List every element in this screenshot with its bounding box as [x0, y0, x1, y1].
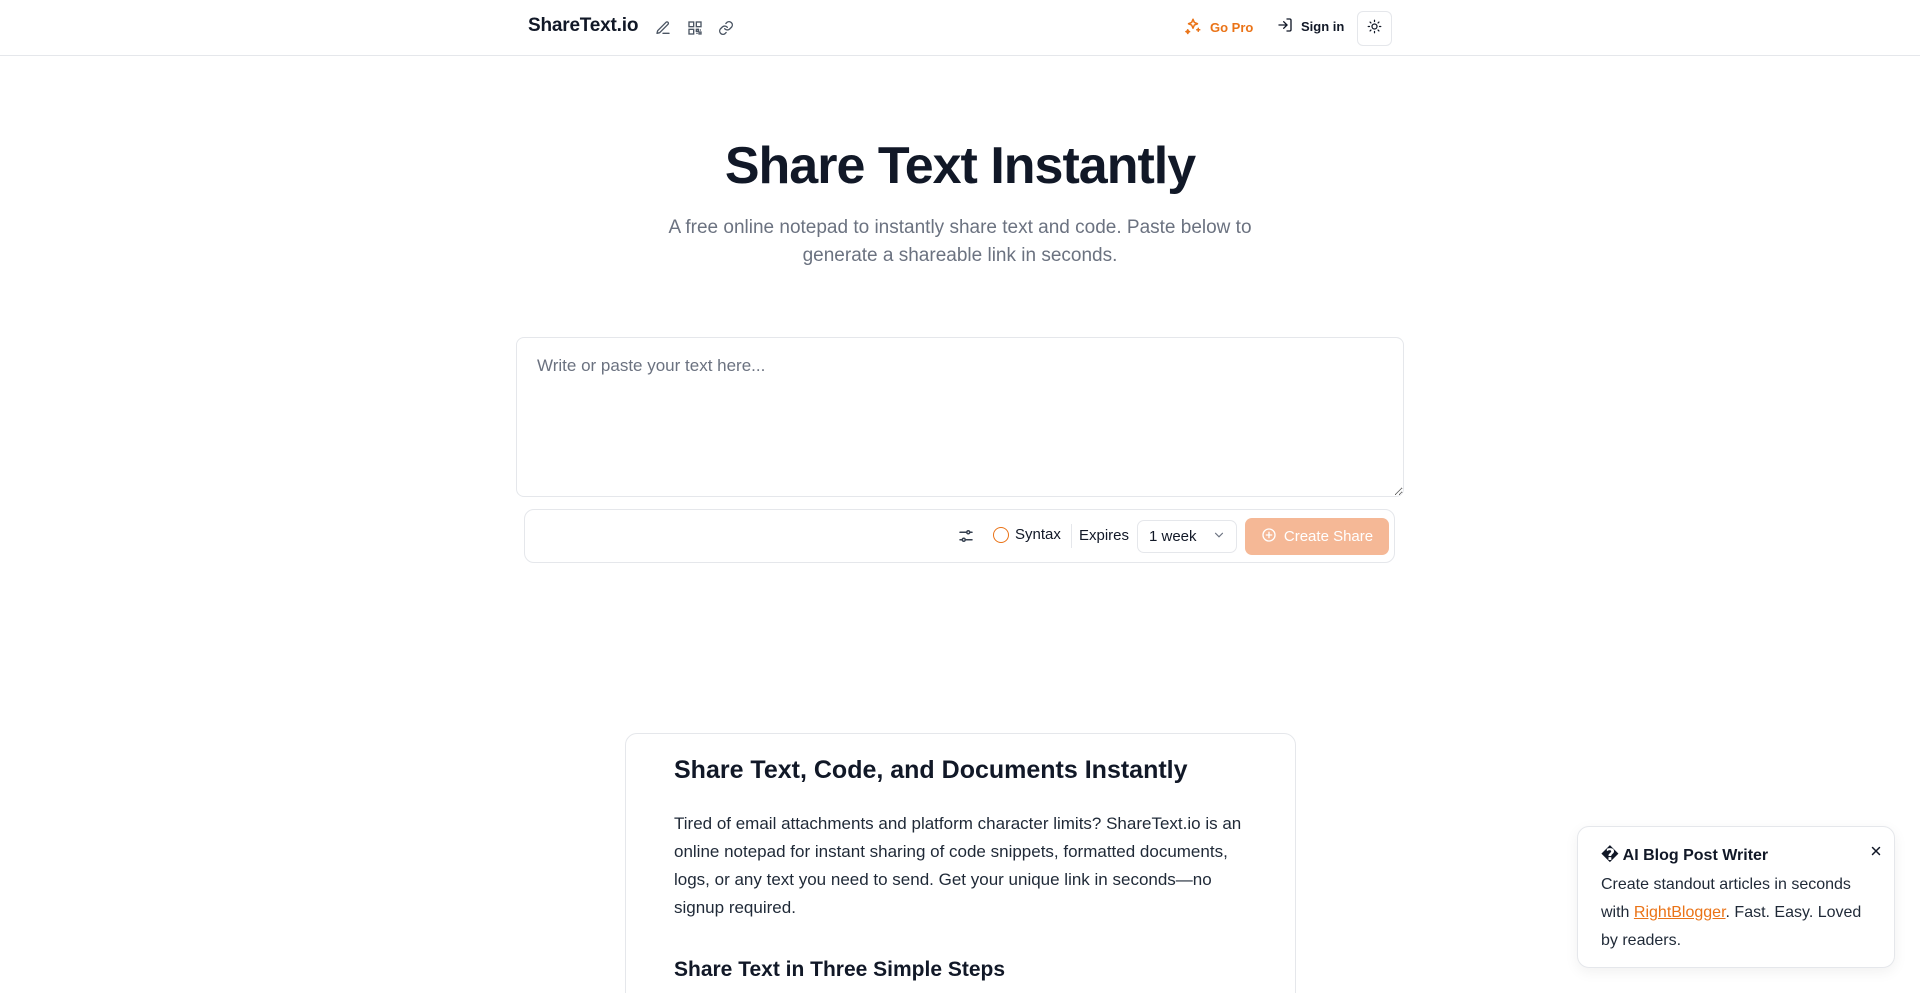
- syntax-radio[interactable]: [993, 526, 1009, 543]
- close-icon[interactable]: [1868, 843, 1884, 859]
- promo-toast-body: Create standout articles in seconds with…: [1601, 871, 1881, 955]
- go-pro-label: Go Pro: [1210, 20, 1254, 35]
- plus-circle-icon: [1261, 527, 1277, 547]
- toolbar-divider: [1071, 524, 1072, 548]
- create-share-label: Create Share: [1283, 528, 1374, 545]
- rightblogger-link[interactable]: RightBlogger: [1634, 904, 1726, 921]
- sliders-icon[interactable]: [957, 527, 975, 545]
- info-card-body: Tired of email attachments and platform …: [674, 814, 1242, 917]
- page-subtitle: A free online notepad to instantly share…: [668, 217, 1252, 266]
- promo-toast-title: � AI Blog Post Writer: [1601, 847, 1769, 864]
- pencil-icon[interactable]: [653, 18, 673, 38]
- theme-toggle-button[interactable]: [1357, 11, 1392, 46]
- create-share-button[interactable]: Create Share: [1245, 518, 1389, 555]
- go-pro-button[interactable]: Go Pro: [1184, 17, 1253, 38]
- expires-value: 1 week: [1149, 528, 1197, 545]
- text-editor[interactable]: [516, 337, 1404, 497]
- promo-toast: � AI Blog Post Writer Create standout ar…: [1577, 826, 1895, 968]
- expires-label: Expires: [1079, 527, 1130, 544]
- link-icon[interactable]: [716, 18, 736, 38]
- sparkles-icon: [1184, 17, 1202, 38]
- syntax-toggle[interactable]: Syntax: [993, 526, 1061, 543]
- brand-logo[interactable]: ShareText.io: [528, 15, 638, 37]
- sign-in-button[interactable]: Sign in: [1277, 17, 1344, 36]
- chevron-down-icon: [1212, 528, 1226, 546]
- page-title: Share Text Instantly: [724, 137, 1196, 195]
- steps-heading: Share Text in Three Simple Steps: [674, 958, 1006, 981]
- sign-in-label: Sign in: [1301, 19, 1345, 34]
- qr-code-icon[interactable]: [685, 18, 705, 38]
- sign-in-icon: [1277, 17, 1293, 36]
- sun-icon: [1367, 19, 1382, 39]
- expires-select[interactable]: 1 week: [1137, 520, 1237, 553]
- share-toolbar: Syntax Expires 1 week Create Share: [524, 509, 1395, 563]
- top-navbar: ShareText.io Go Pro Sign in: [0, 0, 1920, 56]
- info-card: Share Text, Code, and Documents Instantl…: [625, 733, 1296, 993]
- syntax-label: Syntax: [1015, 526, 1061, 543]
- info-card-title: Share Text, Code, and Documents Instantl…: [674, 756, 1188, 784]
